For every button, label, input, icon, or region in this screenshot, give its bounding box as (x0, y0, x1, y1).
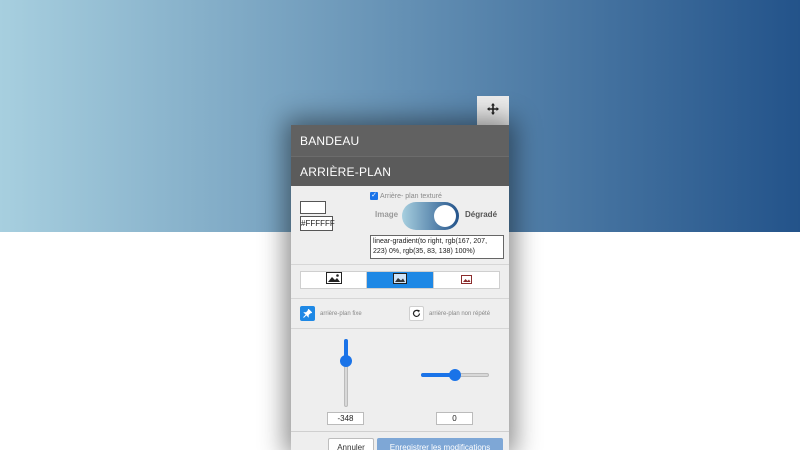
vertical-slider-thumb[interactable] (340, 355, 352, 367)
pin-icon (303, 305, 313, 323)
move-handle[interactable] (477, 96, 509, 125)
background-type-group (300, 271, 500, 289)
image-stretch-icon (392, 271, 407, 289)
fixed-background-button[interactable] (300, 306, 315, 321)
type-button-stretch[interactable] (367, 271, 434, 289)
no-repeat-button[interactable] (409, 306, 424, 321)
textured-checkbox-label: Arrière- plan texturé (380, 192, 442, 200)
checkbox-checked-icon[interactable]: ✓ (370, 192, 378, 200)
settings-panel: BANDEAU ARRIÈRE-PLAN #FFFFFF ✓ Arrière- … (291, 125, 509, 450)
color-hex-input[interactable]: #FFFFFF (300, 216, 335, 231)
save-button[interactable]: Enregistrer les modifications (377, 438, 503, 450)
no-repeat-label: arrière-plan non répété (429, 311, 491, 317)
horizontal-slider-thumb[interactable] (449, 369, 461, 381)
background-options-row: arrière-plan fixe arrière-plan non répét… (291, 299, 509, 329)
type-button-image[interactable] (301, 271, 368, 289)
vertical-position-input[interactable]: -348 (327, 412, 364, 425)
refresh-icon (412, 305, 421, 323)
background-settings: #FFFFFF ✓ Arrière- plan texturé Image Dé… (291, 186, 509, 265)
textured-checkbox[interactable]: ✓ Arrière- plan texturé (370, 192, 442, 200)
move-icon (487, 102, 499, 120)
image-gradient-toggle[interactable] (402, 202, 459, 230)
toggle-knob (434, 205, 456, 227)
image-icon (325, 271, 342, 289)
toggle-image-label: Image (375, 210, 399, 219)
fixed-background-label: arrière-plan fixe (320, 311, 362, 317)
image-small-icon (460, 271, 472, 289)
panel-footer: Annuler Enregistrer les modifications (291, 431, 509, 450)
section-banner-label: BANDEAU (300, 133, 360, 148)
horizontal-position-input[interactable]: 0 (436, 412, 473, 425)
section-background-label: ARRIÈRE-PLAN (300, 164, 392, 179)
section-background[interactable]: ARRIÈRE-PLAN (291, 156, 509, 186)
background-type-row (291, 265, 509, 299)
toggle-gradient-label: Dégradé (465, 210, 498, 219)
cancel-button[interactable]: Annuler (328, 438, 374, 450)
gradient-css-input[interactable]: linear-gradient(to right, rgb(167, 207, … (370, 235, 504, 259)
section-banner[interactable]: BANDEAU (291, 125, 509, 156)
position-sliders: -348 0 (291, 329, 509, 429)
color-swatch[interactable] (300, 201, 326, 214)
type-button-small[interactable] (434, 272, 499, 288)
